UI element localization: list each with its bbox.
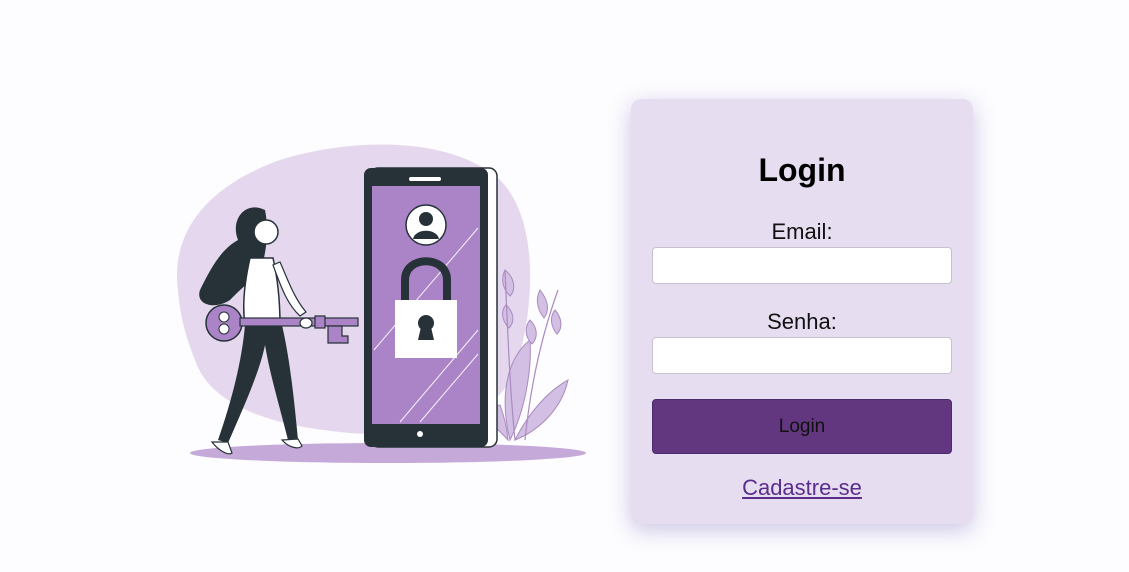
login-card: Login Email: Senha: Login Cadastre-se xyxy=(631,99,973,524)
security-illustration xyxy=(170,140,600,470)
password-label: Senha: xyxy=(767,309,837,334)
woman-key-phone-illustration xyxy=(176,144,586,463)
signup-link[interactable]: Cadastre-se xyxy=(631,475,973,501)
login-title: Login xyxy=(758,152,846,188)
email-label: Email: xyxy=(771,219,833,244)
login-button[interactable]: Login xyxy=(652,399,952,454)
email-input[interactable] xyxy=(652,247,952,284)
login-page: Login Email: Senha: Login Cadastre-se xyxy=(0,0,1129,572)
password-input[interactable] xyxy=(652,337,952,374)
